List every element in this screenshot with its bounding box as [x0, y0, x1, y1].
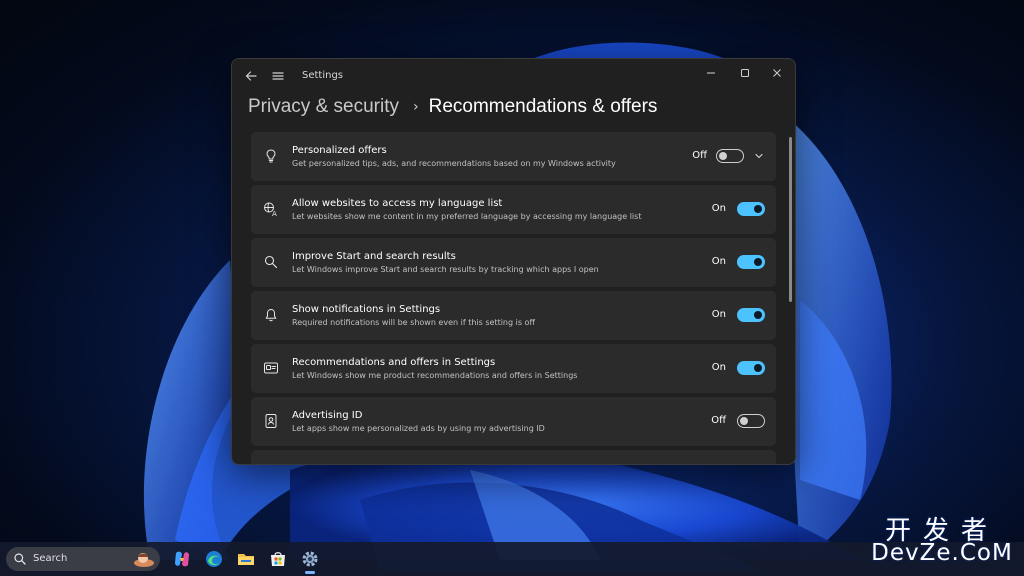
- page-title: Recommendations & offers: [428, 96, 658, 117]
- close-icon: [773, 69, 781, 77]
- language-icon: A: [263, 201, 279, 217]
- toggle-state-label: On: [711, 309, 726, 320]
- setting-description: Let websites show me content in my prefe…: [292, 212, 642, 221]
- setting-description: Get personalized tips, ads, and recommen…: [292, 159, 616, 168]
- expand-button[interactable]: [752, 149, 766, 163]
- setting-description: Required notifications will be shown eve…: [292, 318, 535, 327]
- scrollbar[interactable]: [789, 137, 792, 302]
- settings-list: Personalized offers Get personalized tip…: [251, 132, 776, 464]
- setting-title: Improve Start and search results: [292, 251, 456, 262]
- setting-row-personalized-offers[interactable]: Personalized offers Get personalized tip…: [251, 132, 776, 181]
- setting-description: Let Windows show me product recommendati…: [292, 371, 578, 380]
- search-icon: [14, 553, 26, 565]
- breadcrumb-parent-privacy-security[interactable]: Privacy & security: [248, 96, 399, 118]
- breadcrumb: Privacy & security › Recommendations & o…: [248, 92, 657, 122]
- navigation-menu-button[interactable]: [265, 65, 291, 87]
- search-highlight-icon: [134, 553, 154, 567]
- svg-text:A: A: [272, 210, 277, 217]
- offers-card-icon: [263, 360, 279, 376]
- personalized-offers-toggle[interactable]: [716, 149, 744, 163]
- setting-title: Advertising ID: [292, 410, 363, 421]
- advertising-id-icon: [263, 413, 279, 429]
- maximize-icon: [741, 69, 749, 77]
- improve-start-search-toggle[interactable]: [737, 255, 765, 269]
- toggle-state-label: On: [711, 203, 726, 214]
- toggle-knob: [754, 258, 762, 266]
- setting-title: Recommendations and offers in Settings: [292, 357, 496, 368]
- watermark-logo: 开发者 DevZe.CoM: [866, 510, 1018, 570]
- toggle-state-label: Off: [711, 415, 726, 426]
- toggle-knob: [740, 417, 748, 425]
- chevron-down-icon: [755, 153, 763, 159]
- microsoft-store-icon: [271, 552, 285, 566]
- language-list-toggle[interactable]: [737, 202, 765, 216]
- title-bar: Settings: [232, 59, 795, 93]
- edge-icon: [206, 551, 222, 567]
- setting-description: Let apps show me personalized ads by usi…: [292, 424, 545, 433]
- setting-title: Show notifications in Settings: [292, 304, 441, 315]
- file-explorer-icon: [238, 554, 254, 565]
- minimize-icon: [707, 72, 715, 74]
- search-label: Search: [33, 553, 68, 564]
- setting-title: Allow websites to access my language lis…: [292, 198, 503, 209]
- taskbar-file-explorer[interactable]: [235, 548, 257, 570]
- taskbar-edge[interactable]: [203, 548, 225, 570]
- close-button[interactable]: [760, 61, 794, 85]
- maximize-button[interactable]: [728, 61, 762, 85]
- taskbar-search-box[interactable]: Search: [6, 547, 160, 571]
- taskbar-copilot[interactable]: [171, 548, 193, 570]
- settings-window: Settings Privacy & security › Recommenda…: [231, 58, 796, 465]
- app-title: Settings: [302, 70, 344, 81]
- setting-row-advertising-id[interactable]: Advertising ID Let apps show me personal…: [251, 397, 776, 446]
- settings-gear-icon: [302, 551, 318, 567]
- toggle-knob: [754, 364, 762, 372]
- back-button[interactable]: [238, 65, 264, 87]
- search-icon: [263, 254, 279, 270]
- minimize-button[interactable]: [694, 61, 728, 85]
- setting-row-next-partial[interactable]: [251, 450, 776, 464]
- setting-row-notifications-in-settings[interactable]: Show notifications in Settings Required …: [251, 291, 776, 340]
- taskbar-settings[interactable]: [299, 548, 321, 574]
- breadcrumb-separator: ›: [412, 99, 419, 115]
- notifications-in-settings-toggle[interactable]: [737, 308, 765, 322]
- bell-icon: [263, 307, 279, 323]
- setting-description: Let Windows improve Start and search res…: [292, 265, 599, 274]
- back-arrow-icon: [245, 71, 257, 81]
- setting-title: Personalized offers: [292, 145, 387, 156]
- advertising-id-toggle[interactable]: [737, 414, 765, 428]
- toggle-knob: [754, 311, 762, 319]
- toggle-state-label: On: [711, 362, 726, 373]
- toggle-knob: [719, 152, 727, 160]
- setting-row-improve-start-search[interactable]: Improve Start and search results Let Win…: [251, 238, 776, 287]
- setting-row-language-list[interactable]: A Allow websites to access my language l…: [251, 185, 776, 234]
- toggle-state-label: On: [711, 256, 726, 267]
- lightbulb-icon: [263, 148, 279, 164]
- copilot-icon: [175, 551, 189, 567]
- watermark-site-text: DevZe.CoM: [871, 540, 1013, 566]
- toggle-knob: [754, 205, 762, 213]
- recommendations-in-settings-toggle[interactable]: [737, 361, 765, 375]
- taskbar-microsoft-store[interactable]: [267, 548, 289, 570]
- hamburger-menu-icon: [272, 72, 284, 80]
- setting-row-recommendations-in-settings[interactable]: Recommendations and offers in Settings L…: [251, 344, 776, 393]
- toggle-state-label: Off: [692, 150, 707, 161]
